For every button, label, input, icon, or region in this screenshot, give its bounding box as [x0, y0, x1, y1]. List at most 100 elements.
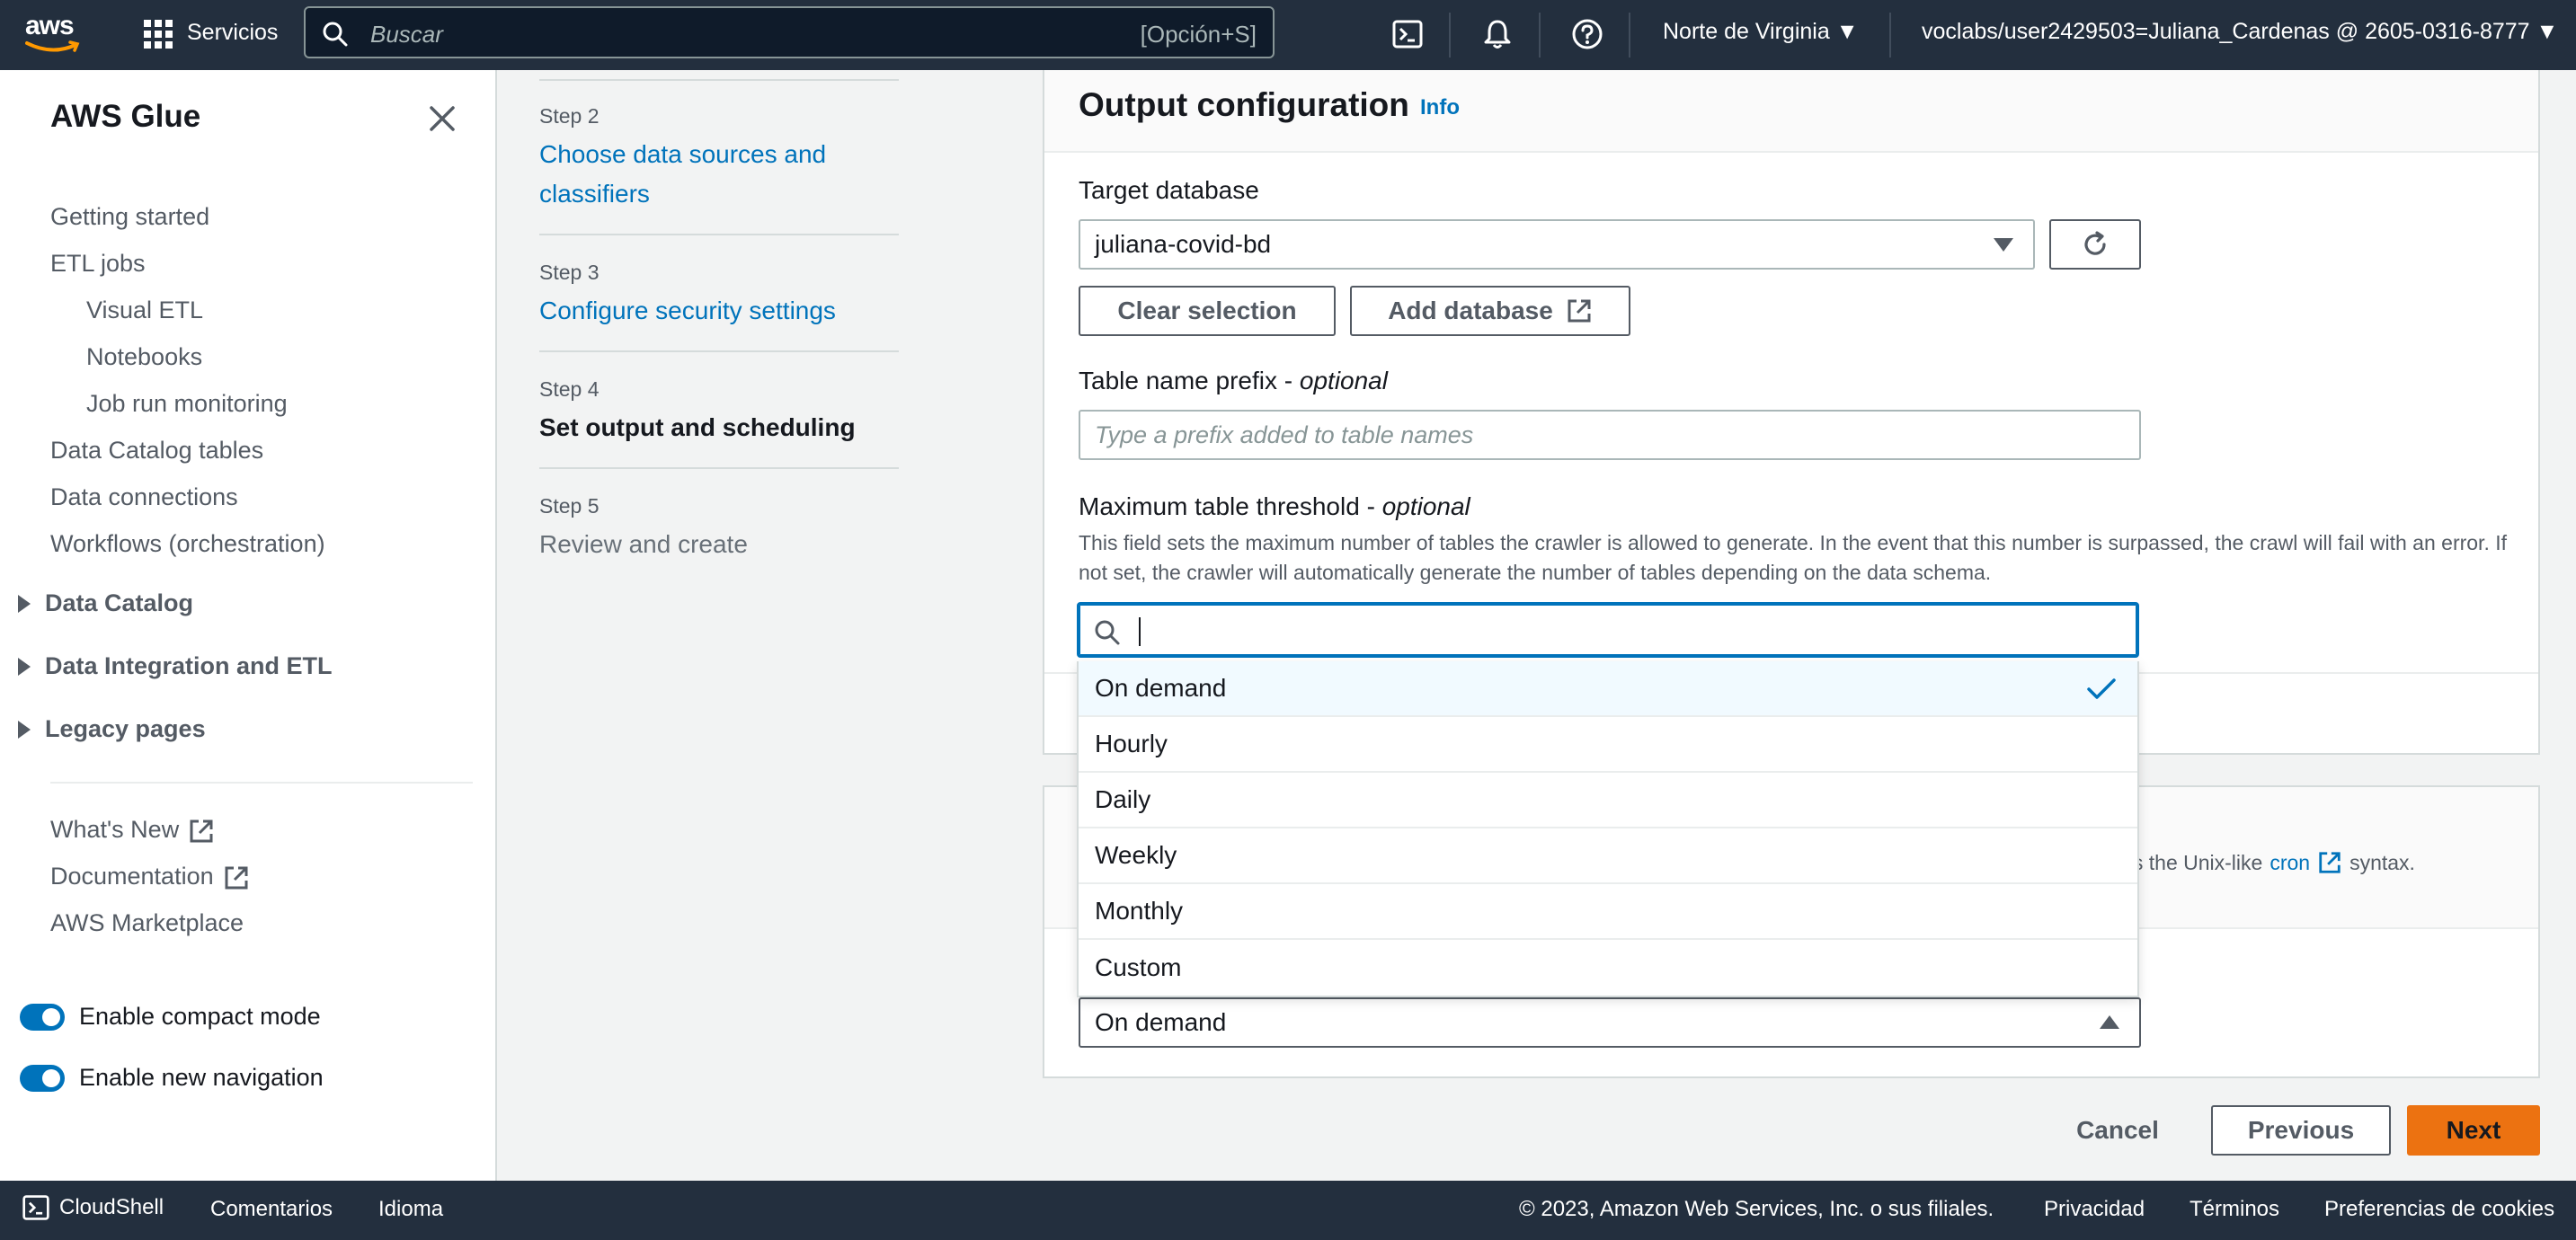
- step-4-current: Set output and scheduling: [539, 413, 856, 441]
- nav-divider: [1449, 13, 1451, 58]
- privacy-link[interactable]: Privacidad: [2044, 1197, 2145, 1222]
- caret-right-icon: [18, 720, 31, 739]
- checkmark-icon: [2087, 678, 2116, 699]
- help-icon[interactable]: [1571, 18, 1603, 50]
- copyright-text: © 2023, Amazon Web Services, Inc. o sus …: [1519, 1197, 1994, 1221]
- clear-selection-button[interactable]: Clear selection: [1079, 286, 1336, 336]
- external-link-icon: [2319, 852, 2341, 873]
- panel-title: Output configuration: [1079, 86, 1409, 123]
- table-threshold-description: This field sets the maximum number of ta…: [1079, 531, 2507, 584]
- step-divider: [539, 79, 899, 81]
- dropdown-options-list: On demand Hourly Daily Weekly Monthly Cu…: [1077, 661, 2139, 997]
- info-link[interactable]: Info: [1420, 95, 1460, 120]
- sidebar-divider: [50, 782, 473, 784]
- text-cursor: [1139, 617, 1141, 646]
- step-3-number: Step 3: [539, 261, 600, 284]
- toggle-switch[interactable]: [20, 1064, 65, 1092]
- services-menu-label[interactable]: Servicios: [187, 20, 278, 46]
- sidebar-item-notebooks[interactable]: Notebooks: [86, 343, 202, 371]
- nav-divider: [1629, 13, 1630, 58]
- sidebar: AWS Glue Getting started ETL jobs Visual…: [0, 70, 497, 1181]
- top-navigation: aws Servicios Buscar [Opción+S] Norte de…: [0, 0, 2576, 70]
- step-divider: [539, 467, 899, 469]
- sidebar-item-visual-etl[interactable]: Visual ETL: [86, 297, 203, 324]
- add-database-button[interactable]: Add database: [1350, 286, 1630, 336]
- table-prefix-label: Table name prefix - optional: [1079, 367, 1388, 394]
- cloudshell-icon: [22, 1195, 49, 1220]
- caret-down-icon: ▼: [2536, 19, 2559, 44]
- option-monthly[interactable]: Monthly: [1079, 884, 2137, 940]
- caret-down-icon: [1994, 238, 2013, 252]
- sidebar-item-etl-jobs[interactable]: ETL jobs: [50, 250, 146, 278]
- nav-divider: [1889, 13, 1891, 58]
- search-icon: [1095, 620, 1120, 645]
- global-search-input[interactable]: Buscar [Opción+S]: [304, 6, 1275, 58]
- step-4-number: Step 4: [539, 377, 600, 401]
- refresh-button[interactable]: [2049, 219, 2141, 270]
- cookie-preferences-link[interactable]: Preferencias de cookies: [2324, 1197, 2554, 1222]
- footer: CloudShell Comentarios Idioma © 2023, Am…: [0, 1181, 2576, 1240]
- external-link-icon: [190, 819, 213, 843]
- account-menu[interactable]: voclabs/user2429503=Juliana_Cardenas @ 2…: [1922, 19, 2558, 45]
- aws-logo[interactable]: aws: [25, 13, 84, 58]
- nav-divider: [1539, 13, 1541, 58]
- option-weekly[interactable]: Weekly: [1079, 828, 2137, 884]
- close-sidebar-icon[interactable]: [426, 102, 458, 135]
- step-divider: [539, 234, 899, 235]
- next-button[interactable]: Next: [2407, 1105, 2540, 1156]
- terms-link[interactable]: Términos: [2190, 1197, 2279, 1222]
- cloudshell-link[interactable]: CloudShell: [22, 1193, 164, 1222]
- panel-header: Output configuration Info: [1044, 70, 2538, 153]
- target-database-select[interactable]: juliana-covid-bd: [1079, 219, 2035, 270]
- search-shortcut: [Opción+S]: [1140, 21, 1257, 48]
- new-navigation-toggle[interactable]: Enable new navigation: [20, 1064, 324, 1092]
- sidebar-item-data-catalog-tables[interactable]: Data Catalog tables: [50, 437, 263, 465]
- option-on-demand[interactable]: On demand: [1079, 661, 2137, 717]
- cron-link[interactable]: cron: [2270, 851, 2310, 875]
- caret-right-icon: [18, 657, 31, 676]
- step-5-disabled: Review and create: [539, 530, 748, 558]
- refresh-icon: [2084, 231, 2106, 255]
- sidebar-link-aws-marketplace[interactable]: AWS Marketplace: [50, 909, 244, 937]
- table-threshold-label: Maximum table threshold - optional: [1079, 492, 1470, 520]
- sidebar-section-legacy-pages[interactable]: Legacy pages: [18, 715, 206, 743]
- caret-up-icon: [2100, 1015, 2119, 1029]
- step-5-number: Step 5: [539, 494, 600, 518]
- step-3-link[interactable]: Configure security settings: [539, 291, 881, 331]
- feedback-link[interactable]: Comentarios: [210, 1197, 333, 1222]
- previous-button[interactable]: Previous: [2211, 1105, 2391, 1156]
- frequency-select[interactable]: On demand: [1079, 997, 2141, 1048]
- services-grid-icon[interactable]: [142, 18, 174, 50]
- option-hourly[interactable]: Hourly: [1079, 717, 2137, 773]
- cloudshell-icon[interactable]: [1391, 18, 1424, 50]
- sidebar-title: AWS Glue: [50, 99, 201, 134]
- option-daily[interactable]: Daily: [1079, 773, 2137, 828]
- dropdown-filter-input[interactable]: [1077, 602, 2139, 658]
- step-2-link[interactable]: Choose data sources and classifiers: [539, 135, 881, 214]
- step-2-number: Step 2: [539, 104, 600, 128]
- toggle-switch[interactable]: [20, 1003, 65, 1031]
- sidebar-item-workflows[interactable]: Workflows (orchestration): [50, 530, 325, 558]
- notifications-bell-icon[interactable]: [1481, 18, 1514, 50]
- external-link-icon: [225, 866, 248, 890]
- step-divider: [539, 350, 899, 352]
- cancel-button[interactable]: Cancel: [2055, 1105, 2181, 1156]
- caret-right-icon: [18, 594, 31, 613]
- sidebar-section-data-integration[interactable]: Data Integration and ETL: [18, 652, 333, 680]
- search-placeholder: Buscar: [370, 21, 443, 48]
- sidebar-item-getting-started[interactable]: Getting started: [50, 203, 209, 231]
- language-link[interactable]: Idioma: [378, 1197, 443, 1222]
- search-icon: [323, 22, 348, 47]
- option-custom[interactable]: Custom: [1079, 940, 2137, 996]
- caret-down-icon: ▼: [1835, 19, 1859, 44]
- target-database-label: Target database: [1079, 176, 1259, 204]
- sidebar-link-documentation[interactable]: Documentation: [50, 863, 250, 891]
- sidebar-item-data-connections[interactable]: Data connections: [50, 483, 238, 511]
- region-selector[interactable]: Norte de Virginia ▼: [1663, 19, 1858, 45]
- sidebar-item-job-run-monitoring[interactable]: Job run monitoring: [86, 390, 288, 418]
- sidebar-section-data-catalog[interactable]: Data Catalog: [18, 589, 193, 617]
- table-prefix-input[interactable]: Type a prefix added to table names: [1079, 410, 2141, 460]
- aws-smile-icon: [25, 40, 80, 52]
- compact-mode-toggle[interactable]: Enable compact mode: [20, 1003, 321, 1031]
- sidebar-link-whats-new[interactable]: What's New: [50, 816, 215, 845]
